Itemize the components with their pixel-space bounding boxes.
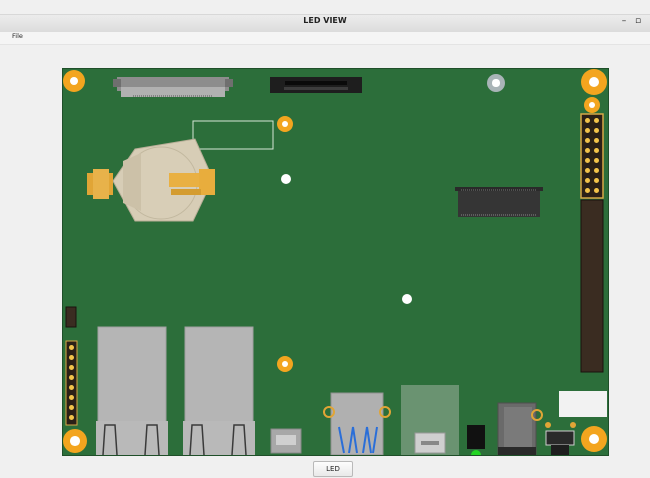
mount-hole-top-left	[63, 70, 85, 92]
window-title: LED VIEW	[303, 16, 347, 25]
usb3-port	[323, 392, 391, 455]
hdmi-port	[270, 428, 302, 454]
pcb-board-view	[62, 68, 609, 456]
menu-file[interactable]: File	[12, 32, 23, 40]
mount-hole-top-right	[581, 69, 607, 95]
fpc-connector-left	[113, 77, 233, 97]
mount-hole-bottom-right	[581, 426, 607, 452]
menu-bar: File	[0, 32, 650, 45]
mount-hole-mid-bottom	[277, 356, 293, 372]
led-button[interactable]: LED	[313, 461, 353, 477]
rj45-jack-1	[96, 326, 168, 455]
restore-button[interactable]: ▫	[632, 16, 644, 26]
mount-hole-silver	[487, 74, 505, 92]
mount-hole-mid-top	[277, 116, 293, 132]
fpc-connector-right	[270, 77, 362, 93]
gpio-header-pins	[581, 114, 603, 374]
mount-hole-bottom-left	[63, 429, 87, 453]
m2-connector	[455, 187, 543, 217]
rj45-jack-2	[183, 326, 255, 455]
usb-c-port	[414, 432, 446, 454]
board-graphics	[63, 69, 608, 455]
barrel-jack	[497, 402, 543, 455]
left-header-pins	[66, 341, 77, 425]
minimize-button[interactable]: –	[618, 16, 630, 26]
mount-hole-small-right	[584, 97, 600, 113]
title-bar: LED VIEW – ▫	[0, 14, 650, 33]
